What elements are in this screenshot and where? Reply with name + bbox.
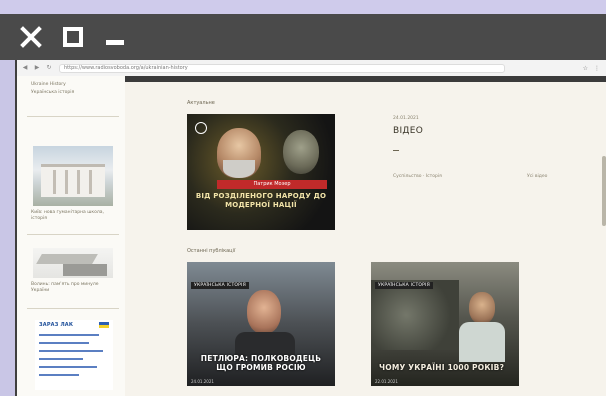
column-shape (89, 170, 92, 194)
portrait-face (247, 290, 281, 334)
featured-subtitle: Патрик Мозер (217, 180, 327, 189)
sidebar-thumb1-caption[interactable]: Київ: нова гуманітарна школа, історія (31, 210, 115, 221)
sidebar-thumb2-caption[interactable]: Волинь: пам'ять про минуле України (31, 282, 115, 293)
featured-video-thumbnail[interactable]: Патрик Мозер ВІД РОЗДІЛЕНОГО НАРОДУ ДО М… (187, 114, 335, 230)
browser-menu-icon[interactable]: ⋮ (594, 65, 600, 72)
left-sidebar: Ukraine History Українська історія Київ:… (17, 76, 126, 396)
card-tag: УКРАЇНСЬКА ІСТОРІЯ (375, 282, 433, 289)
sidebar-divider (27, 234, 119, 235)
dash-divider (393, 150, 399, 151)
mosaic-wall (371, 280, 459, 350)
scrollbar-thumb[interactable] (602, 156, 606, 226)
section-recent-label: Останні публікації (187, 248, 236, 254)
sidebar-ad[interactable]: ЗАРАЗ ЛАК (35, 320, 113, 390)
ad-title: ЗАРАЗ ЛАК (39, 322, 74, 328)
building-shape (41, 164, 105, 197)
featured-meta-right[interactable]: Усі відео (527, 174, 547, 179)
card-date: 24.01.2021 (191, 379, 214, 384)
channel-logo-icon (195, 122, 207, 134)
sidebar-thumb-roof[interactable] (33, 248, 113, 278)
bookmark-star-icon[interactable]: ☆ (583, 65, 588, 72)
section-featured-label: Актуальне (187, 100, 215, 106)
maximize-icon[interactable] (60, 24, 86, 50)
reload-icon[interactable]: ↻ (45, 64, 53, 72)
video-card[interactable]: УКРАЇНСЬКА ІСТОРІЯ ЧОМУ УКРАЇНІ 1000 РОК… (371, 262, 519, 386)
sidebar-divider (27, 308, 119, 309)
featured-meta-left[interactable]: Суспільство · Історія (393, 174, 442, 179)
portrait-face (469, 292, 495, 324)
ad-text-line (39, 342, 89, 344)
column-shape (53, 170, 56, 194)
ad-text-line (39, 334, 99, 336)
card-date: 22.01.2021 (375, 379, 398, 384)
ad-text-line (39, 366, 97, 368)
sidebar-top-text-1[interactable]: Ukraine History (31, 82, 66, 88)
main-content: Актуальне Патрик Мозер ВІД РОЗДІЛЕНОГО Н… (125, 76, 606, 396)
flag-icon (99, 322, 109, 328)
close-icon[interactable] (18, 24, 44, 50)
sidebar-thumb-building[interactable] (33, 146, 113, 206)
roof-shape (36, 254, 98, 264)
featured-date: 24.01.2021 (393, 116, 419, 121)
minimize-icon[interactable] (102, 24, 128, 50)
top-strip (125, 76, 606, 82)
portrait-beard (223, 160, 255, 178)
ad-text-line (39, 374, 79, 376)
card-tag: УКРАЇНСЬКА ІСТОРІЯ (191, 282, 249, 289)
column-shape (65, 170, 68, 194)
video-card[interactable]: УКРАЇНСЬКА ІСТОРІЯ ПЕТЛЮРА: ПОЛКОВОДЕЦЬ … (187, 262, 335, 386)
forward-icon[interactable]: ▶ (33, 64, 41, 72)
desktop-top (0, 0, 606, 14)
window-titlebar (0, 14, 606, 60)
address-bar: ◀ ▶ ↻ https://www.radiosvoboda.org/a/ukr… (17, 60, 606, 77)
ad-text-line (39, 350, 103, 352)
wall-shape (63, 264, 107, 276)
back-icon[interactable]: ◀ (21, 64, 29, 72)
url-input[interactable]: https://www.radiosvoboda.org/a/ukrainian… (59, 63, 505, 73)
column-shape (77, 170, 80, 194)
featured-title: ВІД РОЗДІЛЕНОГО НАРОДУ ДО МОДЕРНОЇ НАЦІЇ (195, 192, 327, 209)
portrait-right (283, 130, 319, 174)
portrait-body (459, 322, 505, 362)
browser-window: ◀ ▶ ↻ https://www.radiosvoboda.org/a/ukr… (15, 60, 606, 396)
sidebar-divider (27, 116, 119, 117)
ad-text-line (39, 358, 83, 360)
sidebar-top-text-2[interactable]: Українська історія (31, 90, 74, 96)
card-title: ЧОМУ УКРАЇНІ 1000 РОКІВ? (379, 363, 505, 372)
desktop-edge (0, 350, 15, 396)
card-title: ПЕТЛЮРА: ПОЛКОВОДЕЦЬ ЩО ГРОМИВ РОСІЮ (200, 354, 322, 372)
featured-heading[interactable]: ВІДЕО (393, 126, 423, 136)
